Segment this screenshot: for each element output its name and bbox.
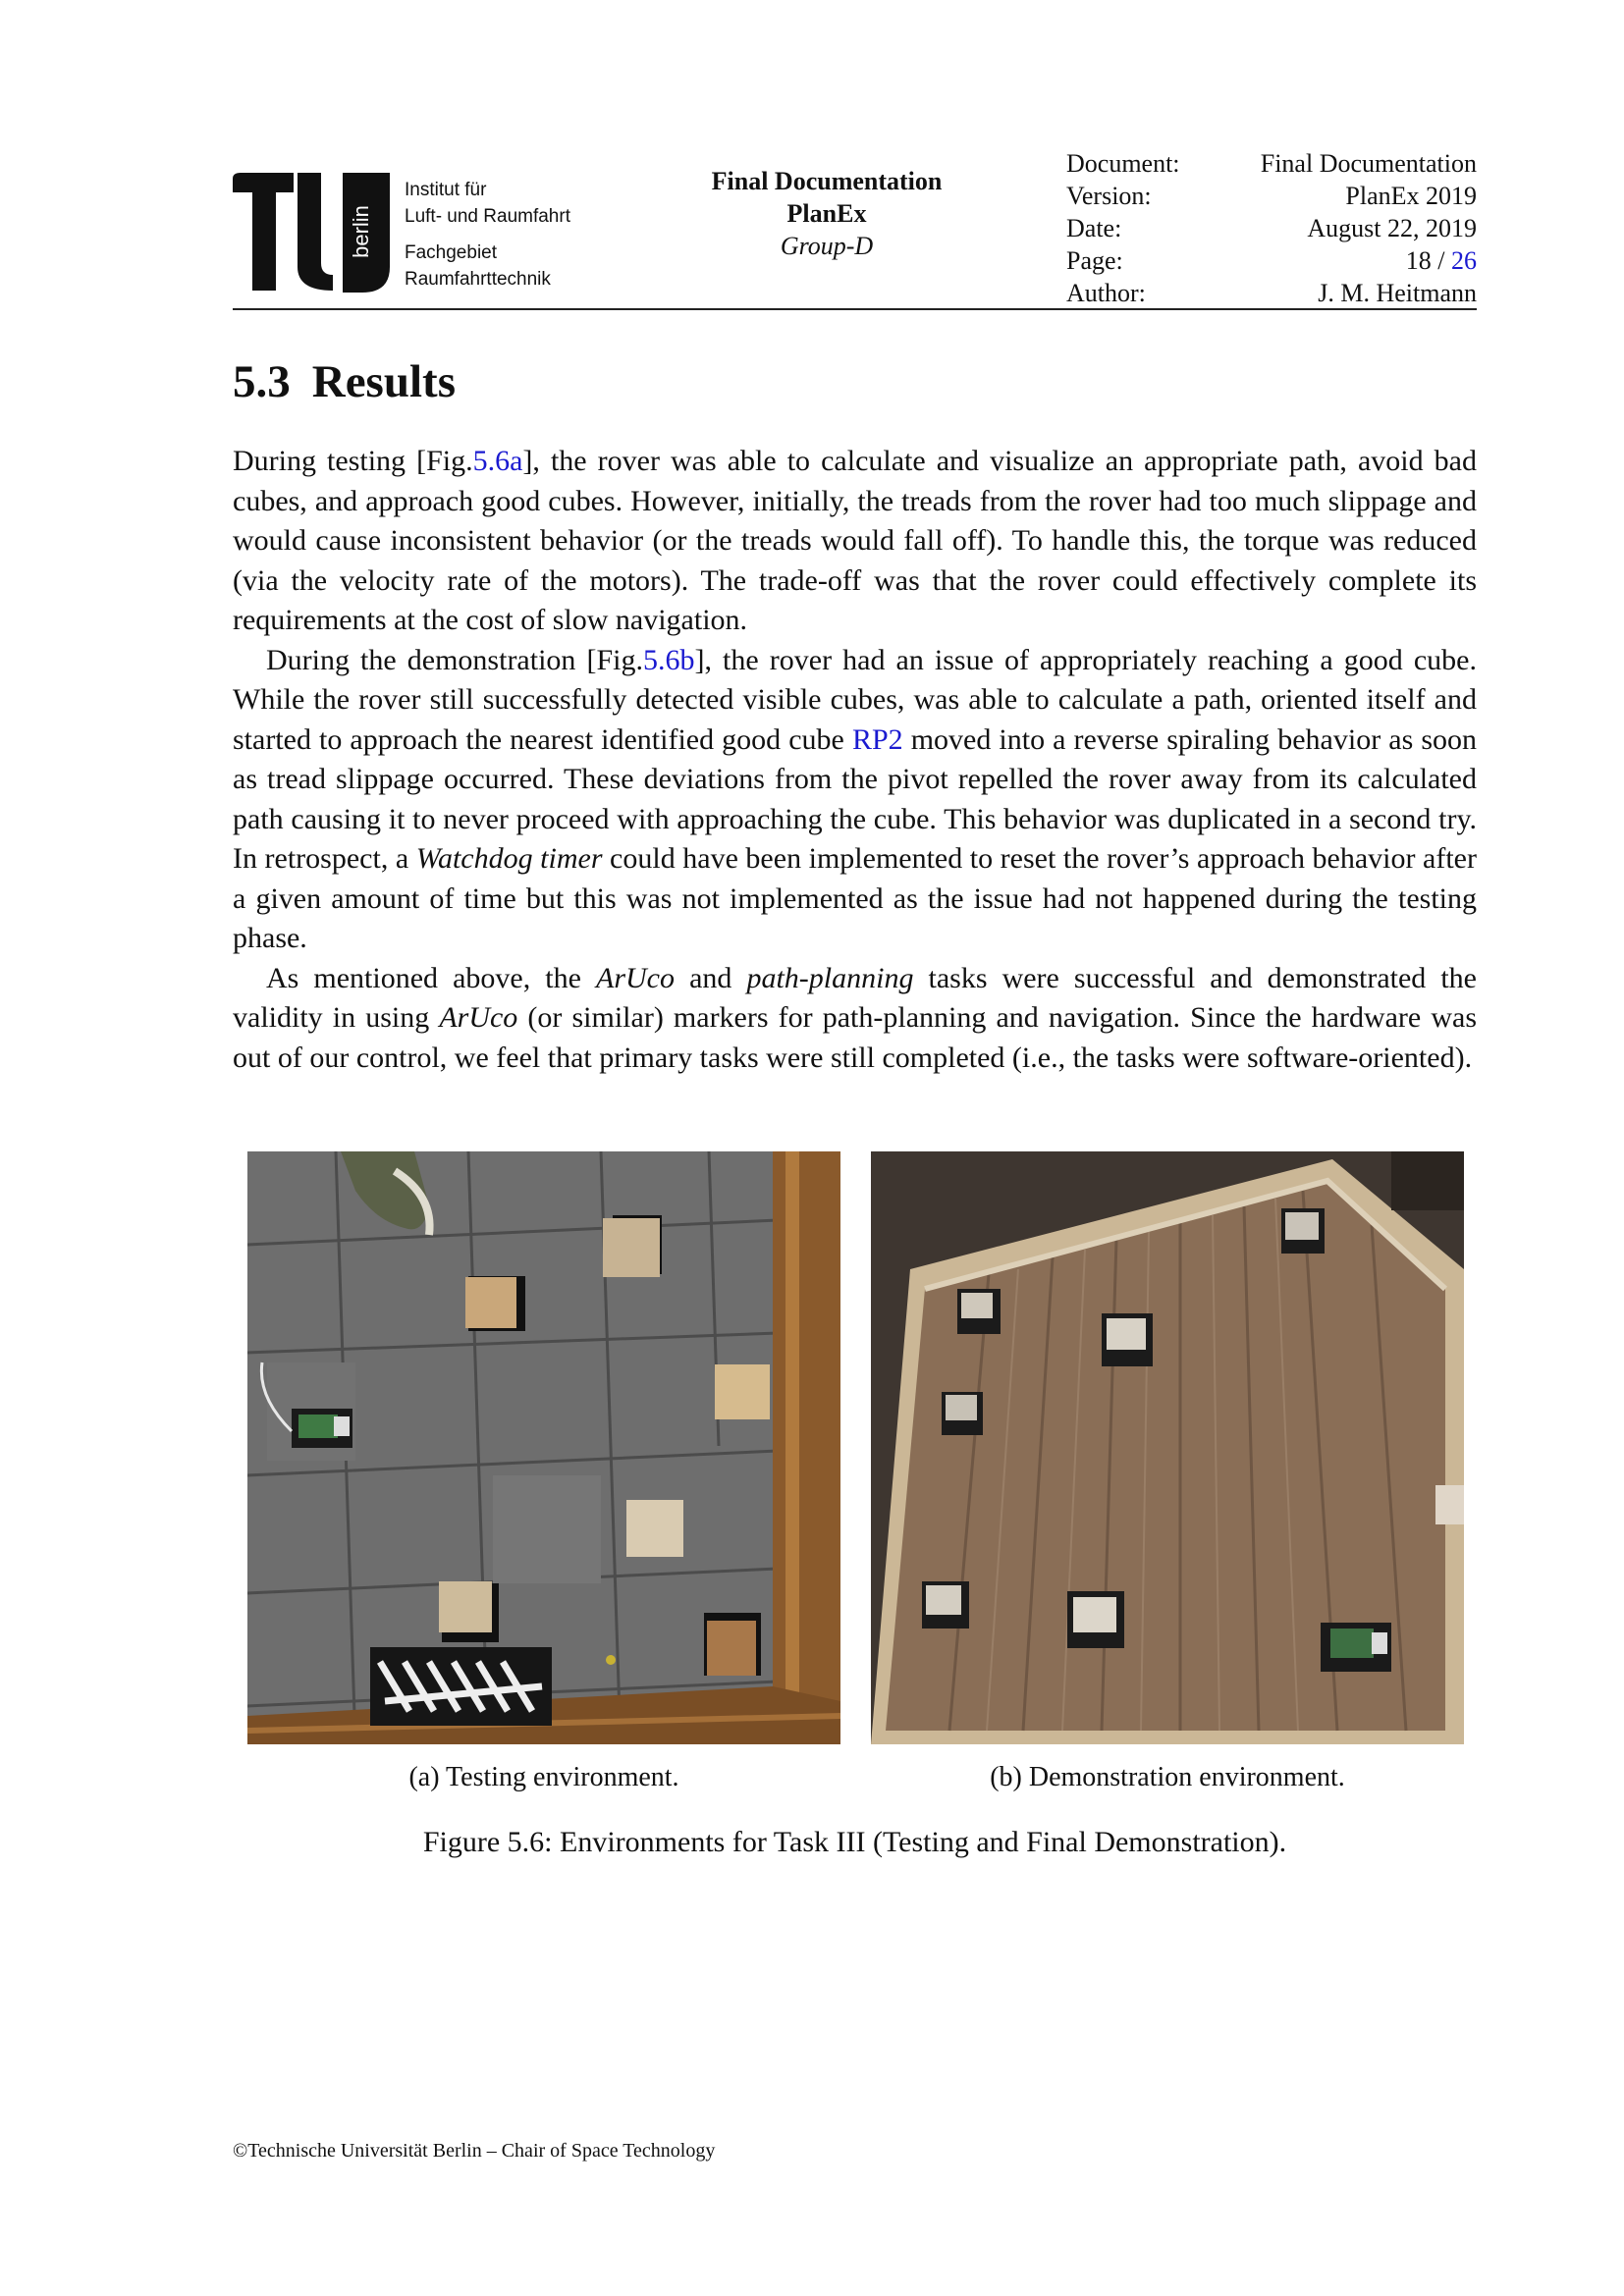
header-project: PlanEx [786, 199, 867, 228]
paragraph-3: As mentioned above, the ArUco and path-p… [233, 961, 1477, 1074]
testing-environment-photo [247, 1151, 840, 1744]
section-title: Results [311, 356, 456, 407]
total-pages-link[interactable]: 26 [1451, 246, 1477, 275]
logo-text: berlin [349, 205, 373, 258]
header-group: Group-D [780, 232, 874, 260]
institute-line: Fachgebiet [405, 242, 498, 263]
body-text: During testing [Fig.5.6a], the rover was… [233, 442, 1477, 1078]
section-number: 5.3 [233, 356, 291, 407]
subcaption-b: (b) Demonstration environment. [990, 1762, 1345, 1792]
paragraph-1: During testing [Fig.5.6a], the rover was… [233, 445, 1477, 636]
meta-date: Date: August 22, 2019 [1066, 214, 1477, 242]
meta-document: Document: Final Documentation [1066, 149, 1477, 178]
institute-block: Institut für Luft- und Raumfahrt Fachgeb… [405, 177, 570, 293]
institute-line: Luft- und Raumfahrt [405, 206, 570, 227]
section-heading: 5.3 Results [233, 355, 456, 408]
subcaption-a: (a) Testing environment. [408, 1762, 679, 1792]
header-rule [233, 308, 1477, 310]
meta-author: Author: J. M. Heitmann [1066, 279, 1477, 307]
page-header: berlin Institut für Luft- und Raumfahrt … [233, 147, 1477, 310]
fig-ref-5-6a-link[interactable]: 5.6a [473, 445, 523, 477]
rp2-link[interactable]: RP2 [852, 723, 903, 756]
meta-page: Page: 18 / 26 [1066, 246, 1477, 275]
institute-line: Institut für [405, 180, 487, 200]
tu-berlin-logo: berlin [233, 173, 390, 293]
meta-version: Version: PlanEx 2019 [1066, 182, 1477, 210]
header-title-block: Final Documentation PlanEx Group-D [679, 165, 974, 262]
header-title: Final Documentation [711, 167, 943, 195]
paragraph-2: During the demonstration [Fig.5.6b], the… [233, 643, 1477, 955]
figure-caption: Figure 5.6: Environments for Task III (T… [422, 1826, 1287, 1858]
institute-line: Raumfahrttechnik [405, 269, 551, 290]
demonstration-environment-photo [871, 1151, 1464, 1744]
document-meta: Document: Final Documentation Version: Pla… [1066, 147, 1477, 309]
page-footer: ©Technische Universität Berlin – Chair o… [233, 2140, 716, 2162]
fig-ref-5-6b-link[interactable]: 5.6b [643, 644, 695, 676]
